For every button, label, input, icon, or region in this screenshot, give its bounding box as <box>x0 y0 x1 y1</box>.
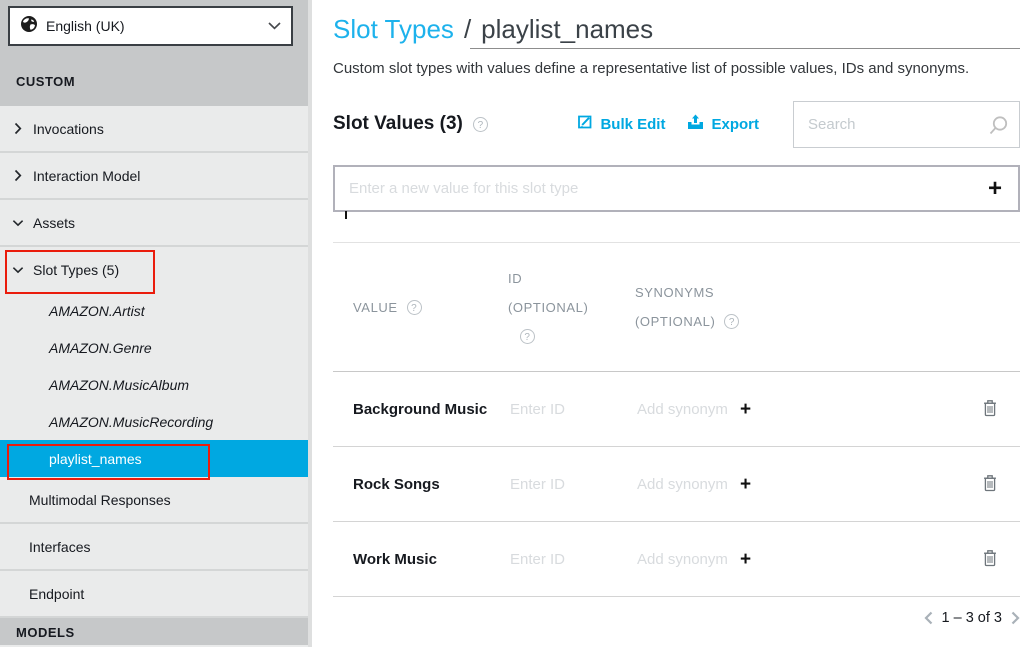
sidebar-item-label: Interfaces <box>29 539 90 555</box>
chevron-right-icon <box>12 122 24 135</box>
slot-type-label: AMAZON.MusicRecording <box>49 414 213 430</box>
trash-icon <box>982 549 998 567</box>
sidebar-item-assets[interactable]: Assets <box>0 200 308 247</box>
slot-value-text: Background Music <box>353 401 508 418</box>
id-input[interactable] <box>508 400 607 419</box>
col-header-synonyms: SYNONYMS <box>635 285 960 300</box>
delete-row-button[interactable] <box>978 470 1002 499</box>
pagination-next-button[interactable] <box>1011 611 1020 625</box>
bulk-edit-label: Bulk Edit <box>600 116 665 133</box>
chevron-left-icon <box>924 611 933 625</box>
col-header-id-optional: (OPTIONAL) <box>508 300 635 315</box>
text-cursor <box>345 211 347 219</box>
sidebar: English (UK) CUSTOM Invocations Interact… <box>0 0 308 647</box>
help-icon[interactable]: ? <box>724 314 739 329</box>
pagination-range-text: 1 – 3 of 3 <box>942 610 1002 626</box>
slot-value-text: Work Music <box>353 551 508 568</box>
globe-icon <box>20 15 38 38</box>
page-description: Custom slot types with values define a r… <box>333 60 969 77</box>
add-synonym-button[interactable]: + <box>734 400 751 419</box>
slot-type-label: AMAZON.Artist <box>49 303 145 319</box>
breadcrumb: Slot Types / playlist_names <box>333 14 653 45</box>
chevron-down-icon <box>268 17 281 35</box>
sidebar-item-amazon-musicrecording[interactable]: AMAZON.MusicRecording <box>0 403 308 440</box>
sidebar-item-interaction-model[interactable]: Interaction Model <box>0 153 308 200</box>
sidebar-item-amazon-musicalbum[interactable]: AMAZON.MusicAlbum <box>0 366 308 403</box>
sidebar-item-label: Multimodal Responses <box>29 492 171 508</box>
main-content: Slot Types / playlist_names Custom slot … <box>333 0 1020 647</box>
new-slot-value-row: + <box>333 165 1020 212</box>
title-underline <box>470 48 1020 49</box>
help-icon[interactable]: ? <box>407 300 422 315</box>
trash-icon <box>982 474 998 492</box>
table-row: Rock Songs + <box>333 447 1020 522</box>
delete-row-button[interactable] <box>978 395 1002 424</box>
col-header-value: VALUE <box>353 300 398 315</box>
new-slot-value-input[interactable] <box>335 167 972 210</box>
breadcrumb-separator: / <box>464 14 471 45</box>
slot-type-label: AMAZON.Genre <box>49 340 152 356</box>
bulk-edit-icon <box>577 114 593 134</box>
slot-values-title: Slot Values (3) <box>333 113 463 135</box>
sidebar-item-playlist-names[interactable]: playlist_names <box>0 440 308 477</box>
synonym-input[interactable] <box>635 550 734 569</box>
help-icon[interactable]: ? <box>473 117 488 132</box>
sidebar-custom-section: English (UK) CUSTOM <box>0 0 308 106</box>
help-icon[interactable]: ? <box>520 329 535 344</box>
export-icon <box>687 114 704 134</box>
sidebar-item-label: Interaction Model <box>33 168 140 184</box>
language-selector[interactable]: English (UK) <box>8 6 293 46</box>
col-header-synonyms-optional: (OPTIONAL) <box>635 314 715 329</box>
add-synonym-button[interactable]: + <box>734 550 751 569</box>
pagination-prev-button[interactable] <box>924 611 933 625</box>
chevron-right-icon <box>1011 611 1020 625</box>
sidebar-models-section: MODELS <box>0 618 308 645</box>
table-header-row: VALUE ? ID (OPTIONAL) ? SYNONYMS (OPTION… <box>333 242 1020 372</box>
slot-values-toolbar: Slot Values (3) ? Bulk Edit Export <box>333 100 1020 148</box>
sidebar-item-label: Endpoint <box>29 586 84 602</box>
sidebar-item-invocations[interactable]: Invocations <box>0 106 308 153</box>
page-title: playlist_names <box>481 14 653 45</box>
language-selector-label: English (UK) <box>46 18 268 34</box>
sidebar-section-custom: CUSTOM <box>0 74 75 89</box>
slot-values-table: VALUE ? ID (OPTIONAL) ? SYNONYMS (OPTION… <box>333 242 1020 597</box>
col-header-id: ID <box>508 271 635 286</box>
sidebar-section-models: MODELS <box>0 625 75 640</box>
table-row: Work Music + <box>333 522 1020 597</box>
chevron-right-icon <box>12 169 24 182</box>
sidebar-item-label: Slot Types (5) <box>33 262 119 278</box>
sidebar-item-label: Assets <box>33 215 75 231</box>
search-icon[interactable] <box>987 115 1009 142</box>
chevron-down-icon <box>12 219 24 227</box>
id-input[interactable] <box>508 550 607 569</box>
table-row: Background Music + <box>333 372 1020 447</box>
add-synonym-button[interactable]: + <box>734 475 751 494</box>
id-input[interactable] <box>508 475 607 494</box>
sidebar-item-slot-types[interactable]: Slot Types (5) <box>0 247 308 292</box>
sidebar-scrollbar-track[interactable] <box>308 0 312 647</box>
slot-type-label: playlist_names <box>49 451 142 467</box>
sidebar-item-multimodal-responses[interactable]: Multimodal Responses <box>0 477 308 524</box>
slot-type-label: AMAZON.MusicAlbum <box>49 377 189 393</box>
export-button[interactable]: Export <box>687 114 759 134</box>
pagination: 1 – 3 of 3 <box>924 610 1020 626</box>
bulk-edit-button[interactable]: Bulk Edit <box>577 114 665 134</box>
trash-icon <box>982 399 998 417</box>
sidebar-item-amazon-genre[interactable]: AMAZON.Genre <box>0 329 308 366</box>
sidebar-item-amazon-artist[interactable]: AMAZON.Artist <box>0 292 308 329</box>
sidebar-item-label: Invocations <box>33 121 104 137</box>
sidebar-item-interfaces[interactable]: Interfaces <box>0 524 308 571</box>
chevron-down-icon <box>12 266 24 274</box>
slot-value-text: Rock Songs <box>353 476 508 493</box>
sidebar-item-endpoint[interactable]: Endpoint <box>0 571 308 618</box>
synonym-input[interactable] <box>635 475 734 494</box>
synonym-input[interactable] <box>635 400 734 419</box>
delete-row-button[interactable] <box>978 545 1002 574</box>
breadcrumb-slot-types-link[interactable]: Slot Types <box>333 14 454 45</box>
search-box <box>793 101 1020 148</box>
export-label: Export <box>711 116 759 133</box>
add-value-button[interactable]: + <box>972 177 1018 201</box>
